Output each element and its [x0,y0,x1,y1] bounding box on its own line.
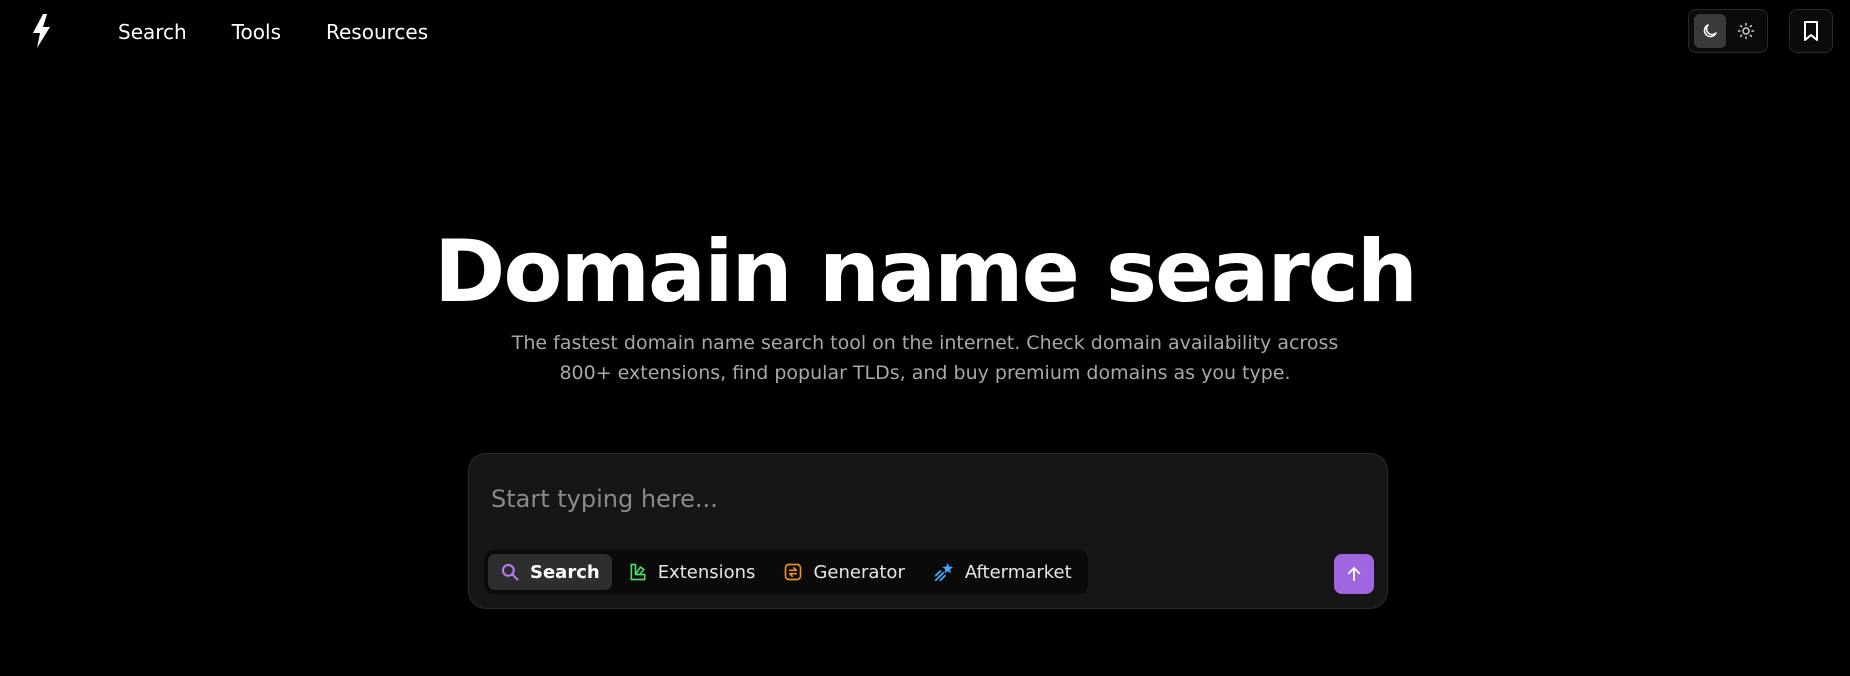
shooting-star-icon [934,562,954,582]
nav-tools[interactable]: Tools [232,20,281,44]
extensions-icon [630,563,646,581]
mode-tab-label: Aftermarket [964,561,1072,583]
mode-tab-label: Search [530,561,600,583]
moon-icon [1703,24,1717,38]
main-nav: Search Tools Resources [118,0,473,64]
generator-icon [785,563,802,581]
arrow-up-icon [1347,567,1361,581]
nav-search[interactable]: Search [118,20,187,44]
mode-tab-search[interactable]: Search [488,554,612,590]
nav-resources[interactable]: Resources [326,20,428,44]
bookmark-icon [1804,21,1818,41]
submit-search-button[interactable] [1334,554,1374,594]
domain-search-input[interactable] [491,474,1351,524]
mode-tab-extensions[interactable]: Extensions [616,554,768,590]
page-subtitle: The fastest domain name search tool on t… [511,332,1339,384]
magnifier-icon [501,563,519,581]
page-title: Domain name search [433,222,1418,322]
search-card: Search Extensions Generator [468,453,1388,609]
light-theme-button[interactable] [1730,14,1762,48]
bookmarks-button[interactable] [1789,9,1833,53]
mode-tab-label: Generator [813,561,905,583]
sun-icon [1737,22,1755,40]
mode-tab-aftermarket[interactable]: Aftermarket [921,554,1084,590]
mode-tab-generator[interactable]: Generator [771,554,916,590]
mode-tab-label: Extensions [657,561,756,583]
logo[interactable] [22,10,60,52]
search-mode-tabs: Search Extensions Generator Aftermarket [484,550,1088,594]
dark-theme-button[interactable] [1694,14,1726,48]
page: Search Tools Resources Domain name searc… [0,0,1850,676]
top-nav: Search Tools Resources [0,0,1850,64]
theme-toggle [1688,9,1768,53]
bolt-icon [33,14,50,48]
